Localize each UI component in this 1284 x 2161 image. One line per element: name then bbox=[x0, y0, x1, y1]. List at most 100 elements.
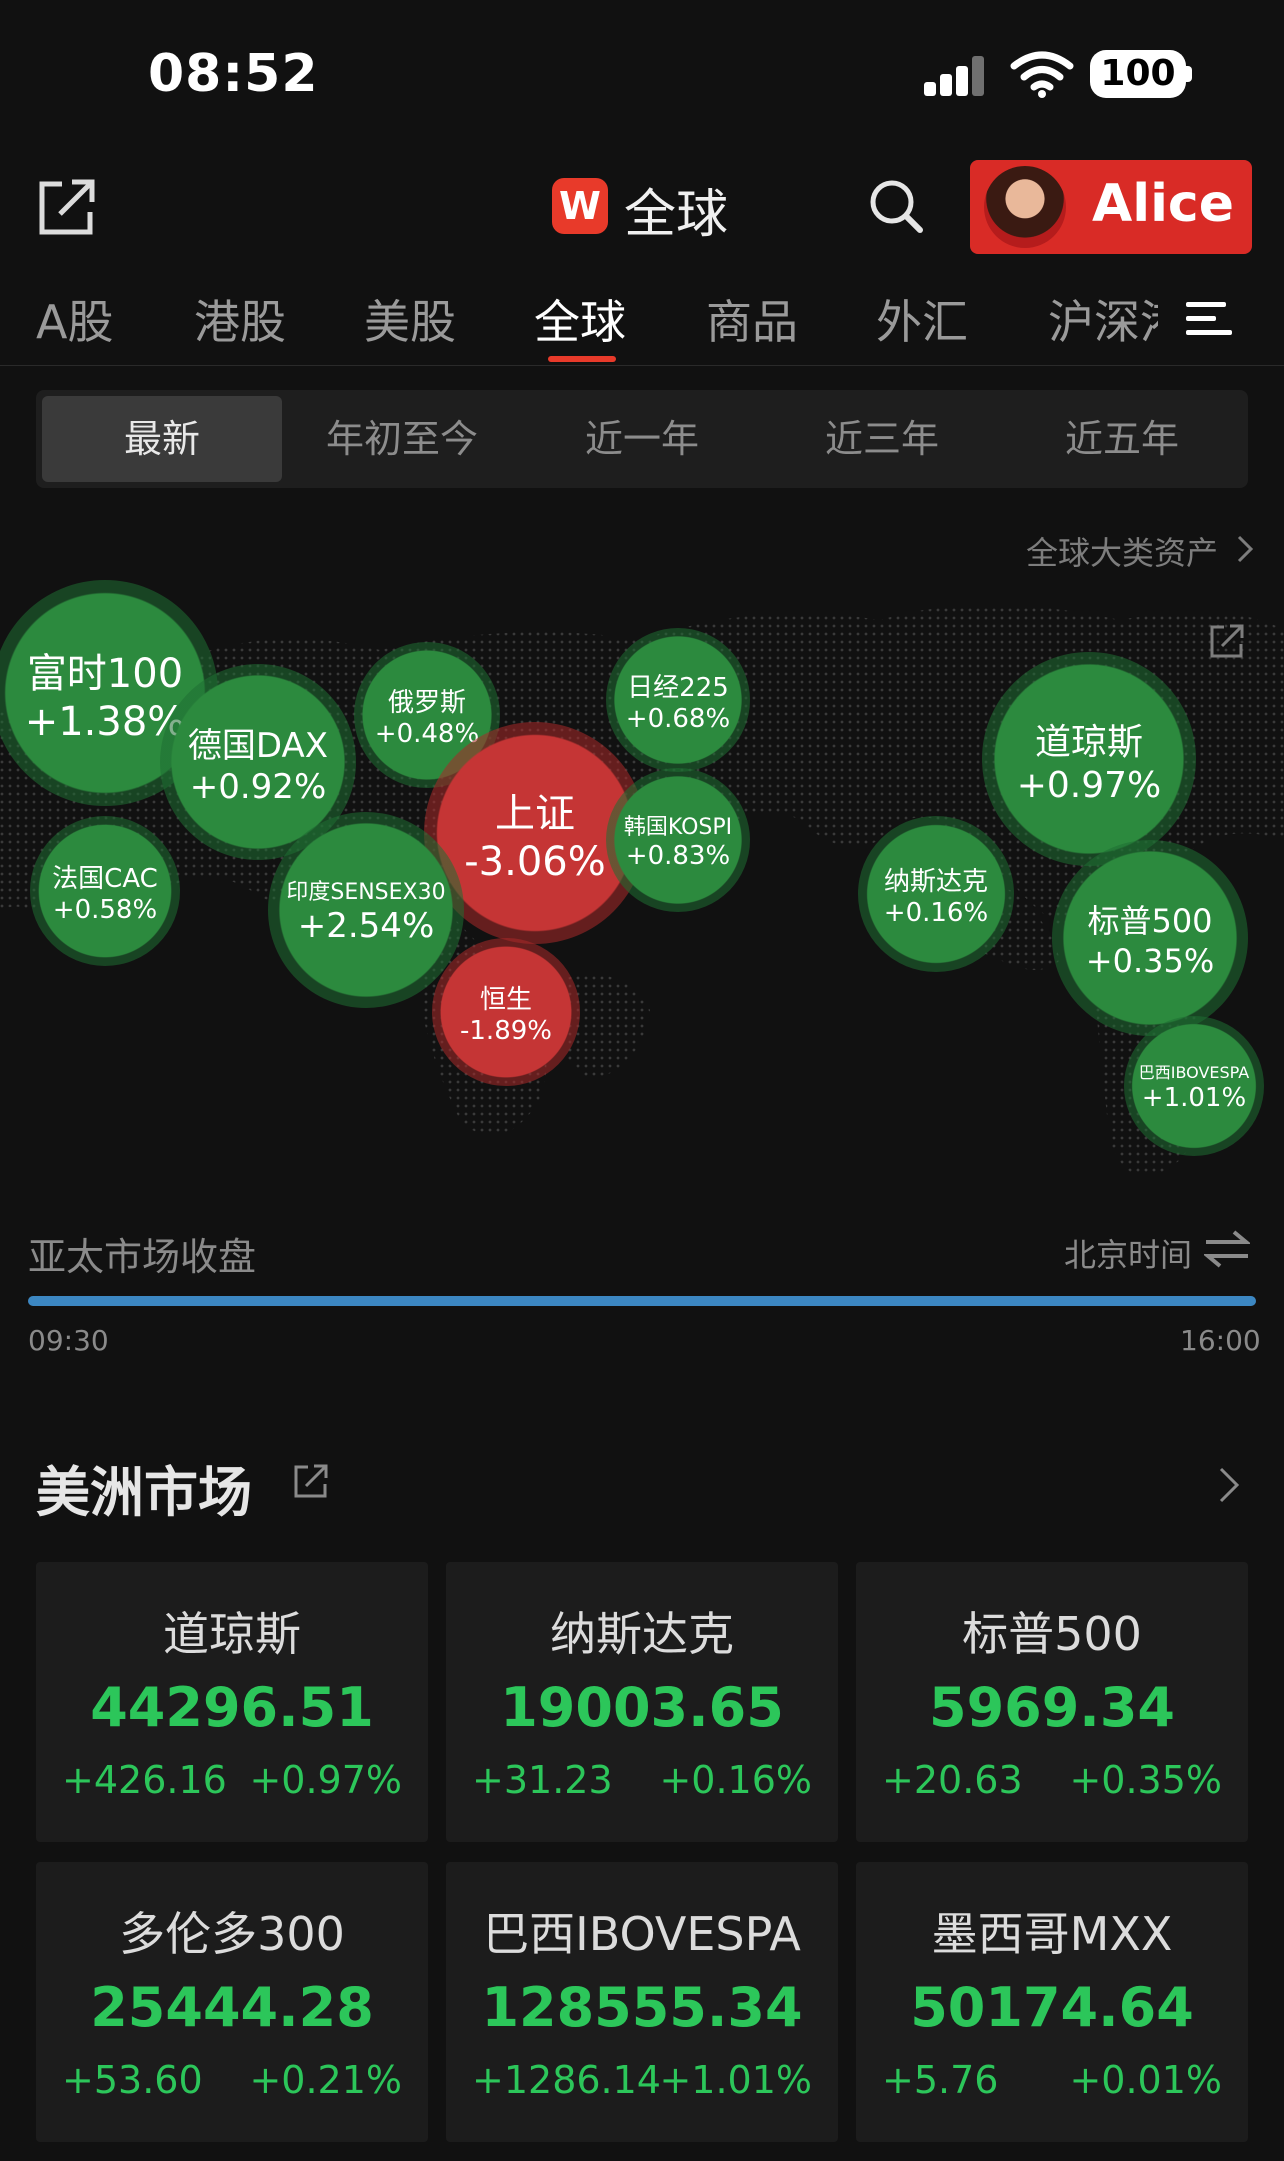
bubble-name: 法国CAC bbox=[52, 863, 158, 894]
wifi-icon bbox=[1010, 51, 1074, 98]
bubble-change: -1.89% bbox=[460, 1015, 552, 1046]
bubble-change: +0.97% bbox=[1016, 764, 1162, 806]
market-card-sp500[interactable]: 标普500 5969.34 +20.63 +0.35% bbox=[856, 1562, 1248, 1842]
map-share-icon[interactable] bbox=[1208, 622, 1246, 660]
card-change: +53.60 bbox=[62, 2058, 203, 2102]
page-title: 全球 bbox=[624, 185, 729, 245]
market-card-dow[interactable]: 道琼斯 44296.51 +426.16 +0.97% bbox=[36, 1562, 428, 1842]
user-profile-button[interactable]: Alice bbox=[970, 160, 1252, 254]
bubble-dowjones[interactable]: 道琼斯 +0.97% bbox=[982, 652, 1196, 866]
section-share-icon[interactable] bbox=[292, 1462, 330, 1500]
user-avatar bbox=[984, 166, 1066, 248]
card-change: +20.63 bbox=[882, 1758, 1023, 1802]
bubble-sensex30[interactable]: 印度SENSEX30 +2.54% bbox=[268, 812, 464, 1008]
bubble-kospi[interactable]: 韩国KOSPI +0.83% bbox=[606, 768, 750, 912]
card-name: 墨西哥MXX bbox=[931, 1907, 1173, 1961]
bubble-change: +0.35% bbox=[1085, 942, 1215, 980]
market-card-ibovespa[interactable]: 巴西IBOVESPA 128555.34 +1286.14 +1.01% bbox=[446, 1862, 838, 2142]
chevron-right-icon[interactable] bbox=[1218, 1466, 1240, 1504]
bubble-change: +0.68% bbox=[625, 703, 731, 734]
tab-hk-stocks[interactable]: 港股 bbox=[194, 286, 286, 352]
market-card-tsx[interactable]: 多伦多300 25444.28 +53.60 +0.21% bbox=[36, 1862, 428, 2142]
swap-icon[interactable] bbox=[1204, 1228, 1250, 1270]
period-5y[interactable]: 近五年 bbox=[1002, 396, 1242, 482]
bubble-ibovespa[interactable]: 巴西IBOVESPA +1.01% bbox=[1124, 1016, 1264, 1156]
battery-tip bbox=[1186, 66, 1192, 82]
section-title: 美洲市场 bbox=[36, 1461, 252, 1524]
bubble-change: +1.38% bbox=[24, 699, 186, 745]
session-start-time: 09:30 bbox=[28, 1324, 109, 1357]
search-icon[interactable] bbox=[866, 176, 926, 236]
card-name: 多伦多300 bbox=[119, 1907, 345, 1961]
tab-global[interactable]: 全球 bbox=[534, 286, 626, 352]
card-price: 44296.51 bbox=[90, 1676, 374, 1739]
session-progress-fill bbox=[28, 1296, 1256, 1306]
card-percent: +0.01% bbox=[1069, 2058, 1222, 2102]
session-status: 亚太市场收盘 bbox=[28, 1235, 257, 1279]
card-change: +31.23 bbox=[472, 1758, 613, 1802]
bubble-name: 恒生 bbox=[479, 984, 532, 1015]
bubble-name: 富时100 bbox=[26, 651, 184, 697]
card-price: 50174.64 bbox=[910, 1976, 1194, 2039]
bubble-change: +1.01% bbox=[1141, 1083, 1247, 1113]
tab-us-stocks[interactable]: 美股 bbox=[364, 286, 456, 352]
share-icon[interactable] bbox=[36, 176, 98, 238]
card-percent: +0.21% bbox=[249, 2058, 402, 2102]
market-card-mxx[interactable]: 墨西哥MXX 50174.64 +5.76 +0.01% bbox=[856, 1862, 1248, 2142]
card-percent: +0.35% bbox=[1069, 1758, 1222, 1802]
tab-a-shares[interactable]: A股 bbox=[36, 286, 113, 352]
bubble-sp500[interactable]: 标普500 +0.35% bbox=[1052, 840, 1248, 1036]
bubble-name: 韩国KOSPI bbox=[623, 815, 733, 840]
bubble-name: 纳斯达克 bbox=[883, 866, 988, 897]
card-percent: +0.97% bbox=[249, 1758, 402, 1802]
battery-indicator: 100 bbox=[1090, 50, 1186, 98]
card-change: +5.76 bbox=[882, 2058, 999, 2102]
timezone-label[interactable]: 北京时间 bbox=[1064, 1230, 1192, 1276]
status-time: 08:52 bbox=[148, 44, 319, 104]
bubble-change: +0.48% bbox=[374, 718, 480, 749]
app-logo: W bbox=[552, 178, 608, 234]
tab-forex[interactable]: 外汇 bbox=[876, 286, 968, 352]
bubble-change: +0.58% bbox=[52, 894, 158, 925]
card-price: 128555.34 bbox=[481, 1976, 803, 2039]
active-tab-indicator bbox=[548, 356, 616, 362]
tab-commodities[interactable]: 商品 bbox=[706, 286, 798, 352]
bubble-name: 标普500 bbox=[1087, 902, 1213, 940]
tab-divider bbox=[0, 365, 1284, 366]
period-3y[interactable]: 近三年 bbox=[762, 396, 1002, 482]
market-tabs: A股 港股 美股 全球 商品 外汇 沪深港 bbox=[0, 286, 1284, 364]
card-percent: +0.16% bbox=[659, 1758, 812, 1802]
card-price: 25444.28 bbox=[90, 1976, 374, 2039]
bubble-name: 印度SENSEX30 bbox=[286, 880, 446, 905]
period-1y[interactable]: 近一年 bbox=[522, 396, 762, 482]
menu-icon[interactable] bbox=[1186, 300, 1232, 340]
bubble-nasdaq[interactable]: 纳斯达克 +0.16% bbox=[858, 816, 1014, 972]
bubble-name: 日经225 bbox=[627, 672, 729, 703]
bubble-change: +0.92% bbox=[189, 766, 327, 807]
period-ytd[interactable]: 年初至今 bbox=[282, 396, 522, 482]
card-name: 巴西IBOVESPA bbox=[483, 1907, 801, 1961]
bubble-nikkei225[interactable]: 日经225 +0.68% bbox=[606, 628, 750, 772]
bubble-change: +2.54% bbox=[297, 906, 435, 946]
period-latest[interactable]: 最新 bbox=[42, 396, 282, 482]
bubble-name: 俄罗斯 bbox=[387, 687, 466, 718]
session-end-time: 16:00 bbox=[1180, 1324, 1261, 1357]
bubble-change: +0.83% bbox=[625, 841, 731, 871]
tab-shenzhen-hk[interactable]: 沪深港 bbox=[1048, 286, 1158, 352]
bubble-hangseng[interactable]: 恒生 -1.89% bbox=[432, 938, 580, 1086]
card-price: 5969.34 bbox=[929, 1676, 1175, 1739]
bubble-name: 巴西IBOVESPA bbox=[1138, 1063, 1250, 1082]
bubble-name: 德国DAX bbox=[187, 725, 329, 766]
bubble-name: 上证 bbox=[495, 791, 575, 837]
card-change: +426.16 bbox=[62, 1758, 227, 1802]
bubble-change: -3.06% bbox=[464, 839, 606, 885]
card-price: 19003.65 bbox=[500, 1676, 784, 1739]
period-selector: 最新 年初至今 近一年 近三年 近五年 bbox=[36, 390, 1248, 488]
card-change: +1286.14 bbox=[472, 2058, 661, 2102]
bubble-cac[interactable]: 法国CAC +0.58% bbox=[30, 816, 180, 966]
card-name: 道琼斯 bbox=[163, 1607, 301, 1661]
bubble-change: +0.16% bbox=[883, 897, 989, 928]
card-name: 标普500 bbox=[962, 1607, 1142, 1661]
market-card-nasdaq[interactable]: 纳斯达克 19003.65 +31.23 +0.16% bbox=[446, 1562, 838, 1842]
bubble-name: 道琼斯 bbox=[1034, 721, 1143, 763]
